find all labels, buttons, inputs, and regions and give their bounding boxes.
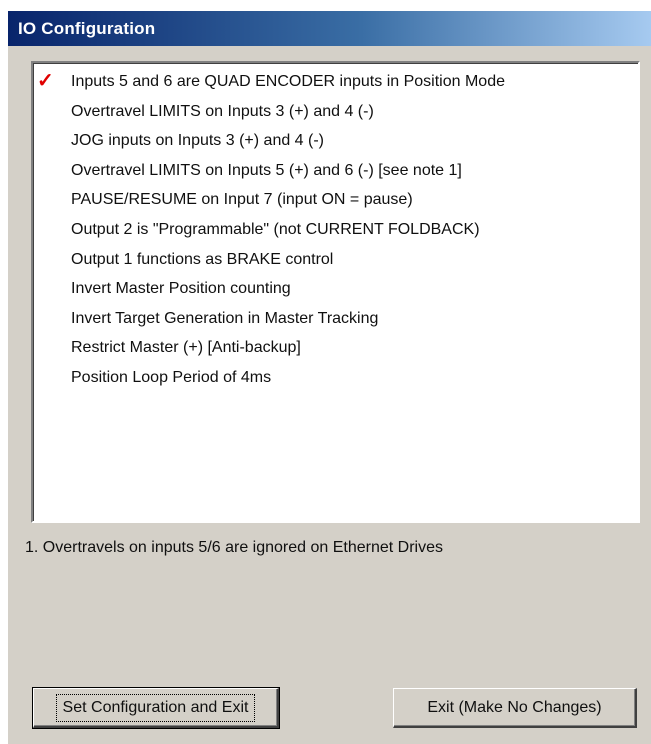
exit-no-changes-label: Exit (Make No Changes) xyxy=(427,698,602,716)
set-configuration-label: Set Configuration and Exit xyxy=(55,693,256,722)
option-item[interactable]: Invert Master Position counting xyxy=(33,274,638,304)
options-listbox[interactable]: ✓ Inputs 5 and 6 are QUAD ENCODER inputs … xyxy=(31,61,640,523)
option-label: PAUSE/RESUME on Input 7 (input ON = paus… xyxy=(71,191,413,209)
option-item[interactable]: Overtravel LIMITS on Inputs 5 (+) and 6 … xyxy=(33,156,638,186)
set-configuration-button[interactable]: Set Configuration and Exit xyxy=(32,687,280,729)
option-label: Restrict Master (+) [Anti-backup] xyxy=(71,339,301,357)
option-label: Overtravel LIMITS on Inputs 3 (+) and 4 … xyxy=(71,102,374,120)
option-label: Output 2 is "Programmable" (not CURRENT … xyxy=(71,220,480,238)
option-label: Invert Master Position counting xyxy=(71,280,291,298)
option-item[interactable]: Overtravel LIMITS on Inputs 3 (+) and 4 … xyxy=(33,97,638,127)
option-item[interactable]: Invert Target Generation in Master Track… xyxy=(33,304,638,334)
option-label: Invert Target Generation in Master Track… xyxy=(71,309,379,327)
option-item[interactable]: PAUSE/RESUME on Input 7 (input ON = paus… xyxy=(33,185,638,215)
title-bar[interactable]: IO Configuration xyxy=(8,11,651,46)
option-label: JOG inputs on Inputs 3 (+) and 4 (-) xyxy=(71,132,325,150)
option-item[interactable]: JOG inputs on Inputs 3 (+) and 4 (-) xyxy=(33,126,638,156)
option-label: Overtravel LIMITS on Inputs 5 (+) and 6 … xyxy=(71,161,462,179)
io-configuration-dialog: IO Configuration ✓ Inputs 5 and 6 are QUA… xyxy=(7,10,651,744)
option-item[interactable]: Position Loop Period of 4ms xyxy=(33,363,638,393)
option-item[interactable]: Restrict Master (+) [Anti-backup] xyxy=(33,333,638,363)
option-label: Position Loop Period of 4ms xyxy=(71,368,272,386)
option-item[interactable]: Output 2 is "Programmable" (not CURRENT … xyxy=(33,215,638,245)
checkmark-icon: ✓ xyxy=(37,70,54,92)
window-title: IO Configuration xyxy=(18,19,156,38)
option-item[interactable]: Output 1 functions as BRAKE control xyxy=(33,245,638,275)
option-item[interactable]: ✓ Inputs 5 and 6 are QUAD ENCODER inputs … xyxy=(33,67,638,97)
exit-no-changes-button[interactable]: Exit (Make No Changes) xyxy=(393,688,637,728)
option-label: Output 1 functions as BRAKE control xyxy=(71,250,334,268)
option-label: Inputs 5 and 6 are QUAD ENCODER inputs i… xyxy=(71,73,505,90)
footnote-text: 1. Overtravels on inputs 5/6 are ignored… xyxy=(25,539,443,556)
options-list: ✓ Inputs 5 and 6 are QUAD ENCODER inputs … xyxy=(33,67,638,393)
